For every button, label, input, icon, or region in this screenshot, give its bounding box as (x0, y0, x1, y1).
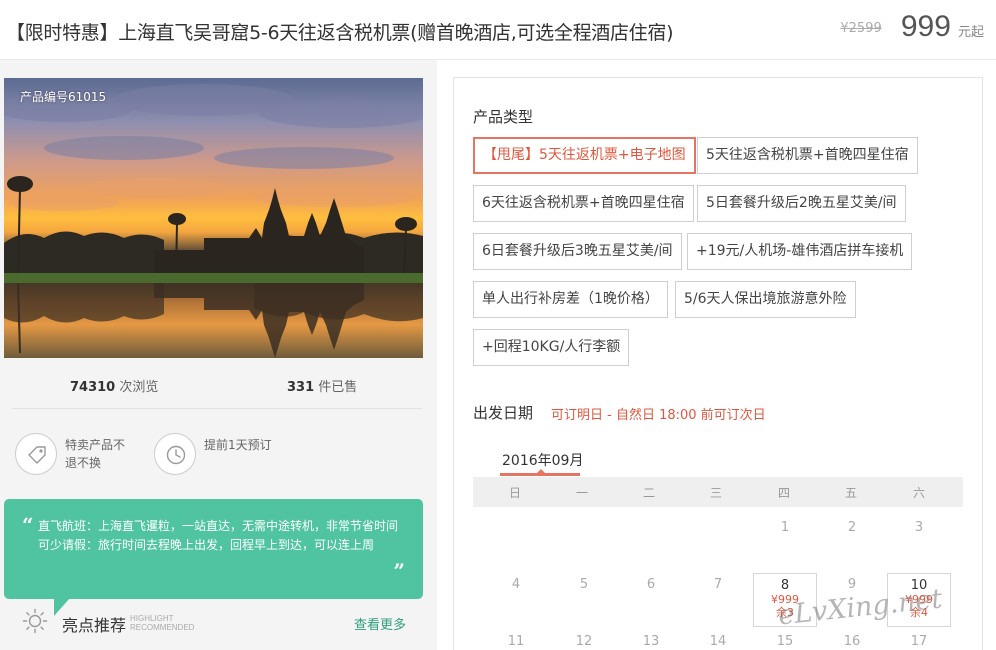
view-more-link[interactable]: 查看更多 (354, 614, 406, 633)
product-option-travel-insurance[interactable]: 5/6天人保出境旅游意外险 (675, 281, 856, 318)
product-code: 产品编号61015 (20, 90, 107, 104)
angkor-wat-silhouette (4, 84, 423, 358)
month-tab-arrow-icon (536, 469, 546, 474)
views-label: 次浏览 (119, 380, 159, 395)
calendar-day: 3 (914, 520, 924, 535)
departure-hint: 可订明日 - 自然日 18:00 前可订次日 (551, 408, 766, 423)
calendar-day: 4 (511, 577, 521, 592)
current-price: 999 (900, 10, 951, 43)
highlight-line: 可少请假：旅行时间去程晚上出发，回程早上到达，可以连上周 (38, 538, 375, 552)
clock-icon (166, 445, 186, 465)
weekday-label: 日 (508, 486, 521, 500)
product-title: 【限时特惠】上海直飞吴哥窟5-6天往返含税机票(赠首晚酒店,可选全程酒店住宿) (6, 22, 674, 44)
product-stats: 74310 次浏览 331 件已售 (4, 376, 423, 396)
calendar-day: 1 (780, 520, 790, 535)
calendar-day: 17 (910, 634, 928, 649)
tag-icon (28, 446, 46, 464)
quote-close-icon: ” (393, 559, 405, 583)
product-option-5day-hotel[interactable]: 5天往返含税机票+首晚四星住宿 (697, 137, 918, 174)
calendar-day: 14 (709, 634, 727, 649)
month-tab[interactable]: 2016年09月 (502, 450, 583, 470)
original-price: ¥2599 (840, 21, 882, 36)
highlight-subtitle: HIGHLIGHT RECOMMENDED (130, 614, 194, 632)
weekday-label: 五 (844, 486, 857, 500)
product-option-tail-ticket[interactable]: 【甩尾】5天往返机票+电子地图 (473, 137, 696, 174)
product-option-5day-upgrade[interactable]: 5日套餐升级后2晚五星艾美/间 (697, 185, 906, 222)
weekday-label: 三 (709, 486, 722, 500)
highlight-text: 直飞航班：上海直飞暹粒，一站直达，无需中途转机，非常节省时间 可少请假：旅行时间… (38, 517, 398, 555)
feature-label: 特卖产品不退不换 (65, 438, 126, 470)
calendar-day: 6 (646, 577, 656, 592)
views-stat: 74310 次浏览 (70, 376, 158, 395)
weekday-header: 日 一 二 三 四 五 六 (473, 477, 963, 507)
weekday-label: 一 (575, 486, 588, 500)
weekday-label: 六 (912, 486, 925, 500)
feature-label: 提前1天预订 (204, 438, 272, 452)
highlight-subtitle-line: HIGHLIGHT (130, 614, 174, 623)
product-option-6day-hotel[interactable]: 6天往返含税机票+首晚四星住宿 (473, 185, 694, 222)
sold-count: 331 (287, 380, 315, 395)
stats-divider (12, 408, 422, 409)
calendar-day: 2 (847, 520, 857, 535)
calendar-day: 11 (507, 634, 525, 649)
product-option-luggage[interactable]: +回程10KG/人行李额 (473, 329, 630, 366)
calendar-day: 12 (575, 634, 593, 649)
product-header: 【限时特惠】上海直飞吴哥窟5-6天往返含税机票(赠首晚酒店,可选全程酒店住宿) … (0, 0, 996, 60)
product-option-single-supplement[interactable]: 单人出行补房差（1晚价格） (473, 281, 668, 318)
sold-label: 件已售 (318, 380, 358, 395)
calendar-day: 13 (642, 634, 660, 649)
highlight-title: 亮点推荐 (62, 616, 127, 635)
product-option-6day-upgrade[interactable]: 6日套餐升级后3晚五星艾美/间 (473, 233, 682, 270)
highlight-bubble: “ 直飞航班：上海直飞暹粒，一站直达，无需中途转机，非常节省时间 可少请假：旅行… (4, 499, 423, 599)
calendar-day: 15 (776, 634, 794, 649)
highlight-line: 直飞航班：上海直飞暹粒，一站直达，无需中途转机，非常节省时间 (38, 519, 399, 533)
product-type-title: 产品类型 (473, 108, 534, 126)
quote-open-icon: “ (22, 513, 34, 537)
price-unit: 元起 (957, 25, 984, 40)
calendar-day: 7 (713, 577, 723, 592)
highlight-header: 亮点推荐 HIGHLIGHT RECOMMENDED 查看更多 (18, 606, 418, 636)
product-option-airport-pickup[interactable]: +19元/人机场-雄伟酒店拼车接机 (687, 233, 913, 270)
highlight-subtitle-line: RECOMMENDED (130, 623, 195, 632)
price-block: ¥2599 999 元起 (840, 10, 984, 44)
calendar-day: 5 (579, 577, 589, 592)
views-count: 74310 (70, 380, 116, 395)
product-photo[interactable]: 产品编号61015 (4, 78, 423, 358)
feature-icon-wrap (154, 433, 196, 475)
sun-icon (22, 608, 48, 634)
calendar-day: 16 (843, 634, 861, 649)
feature-icon-wrap (15, 433, 57, 475)
sold-stat: 331 件已售 (287, 376, 357, 395)
weekday-label: 四 (777, 486, 790, 500)
day-number: 8 (780, 578, 790, 593)
weekday-label: 二 (642, 486, 655, 500)
departure-title: 出发日期 (473, 404, 534, 422)
